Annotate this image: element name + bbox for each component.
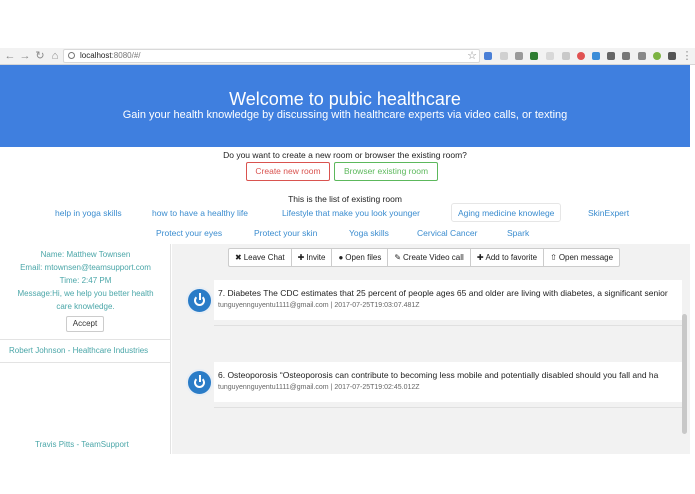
page-title: Welcome to pubic healthcare — [229, 89, 461, 109]
room-list-title: This is the list of existing room — [288, 194, 402, 204]
extension-icon[interactable] — [607, 52, 615, 60]
room-link[interactable]: Lifestyle that make you look younger — [282, 204, 420, 223]
plus-icon: ✚ — [297, 253, 305, 262]
extension-icon[interactable] — [562, 52, 570, 60]
extension-icon[interactable] — [515, 52, 523, 60]
extension-icon[interactable] — [500, 52, 508, 60]
divider — [214, 407, 682, 408]
power-icon-bar — [198, 293, 201, 300]
user-icon: ● — [338, 253, 344, 262]
create-video-call-button[interactable]: ✎ Create Video call — [388, 248, 471, 267]
room-link[interactable]: Protect your eyes — [156, 224, 222, 243]
avatar — [186, 369, 213, 396]
request-message: Message:Hi, we help you better health — [17, 289, 154, 298]
browse-rooms-button[interactable]: Browser existing room — [334, 162, 438, 181]
address-bar[interactable]: localhost:8080/#/ — [63, 49, 480, 63]
message-meta: tunguyennguyentu1111@gmail.com | 2017-07… — [218, 384, 420, 391]
plus-icon: ✚ — [476, 253, 484, 262]
room-link-active[interactable]: Aging medicine knowlege — [451, 203, 562, 222]
room-link[interactable]: Protect your skin — [254, 224, 317, 243]
star-icon[interactable]: ☆ — [466, 49, 478, 63]
reload-icon[interactable]: ↻ — [34, 49, 46, 63]
room-link[interactable]: help in yoga skills — [55, 204, 122, 223]
create-video-call-label: Create Video call — [403, 253, 464, 262]
request-name: Name: Matthew Townsen — [40, 250, 131, 259]
message-meta: tunguyennguyentu1111@gmail.com | 2017-07… — [218, 302, 420, 309]
extension-icon[interactable] — [638, 52, 646, 60]
url-path: :8080/#/ — [111, 51, 141, 60]
extension-icon[interactable] — [592, 52, 600, 60]
leave-chat-button[interactable]: ✖ Leave Chat — [228, 248, 292, 267]
room-link[interactable]: Cervical Cancer — [417, 224, 477, 243]
message-item: 6. Osteoporosis “Osteoporosis can contri… — [172, 362, 682, 440]
open-message-button[interactable]: ⇧ Open message — [544, 248, 621, 267]
translate-extension-icon[interactable] — [484, 52, 492, 60]
divider — [0, 362, 170, 363]
extension-icon[interactable] — [546, 52, 554, 60]
add-to-favorite-label: Add to favorite — [485, 253, 538, 262]
extension-icon[interactable] — [653, 52, 661, 60]
sidebar: Name: Matthew Townsen Email: mtownsen@te… — [0, 244, 171, 454]
create-room-button[interactable]: Create new room — [246, 162, 330, 181]
accept-button[interactable]: Accept — [66, 316, 104, 332]
leave-chat-label: Leave Chat — [243, 253, 285, 262]
close-circle-icon: ✖ — [235, 253, 242, 262]
hero-banner: Welcome to pubic healthcare Gain your he… — [0, 65, 690, 147]
room-link[interactable]: SkinExpert — [588, 204, 629, 223]
page-subtitle: Gain your health knowledge by discussing… — [122, 109, 568, 121]
message-card — [214, 362, 682, 402]
room-link[interactable]: Yoga skills — [349, 224, 389, 243]
upload-icon: ⇧ — [550, 253, 557, 262]
contact-item[interactable]: Travis Pitts - TeamSupport — [35, 440, 129, 449]
extension-icon[interactable] — [622, 52, 630, 60]
open-message-label: Open message — [558, 253, 614, 262]
menu-dots-icon[interactable]: ⋮ — [681, 49, 693, 63]
url-host: localhost — [80, 51, 112, 60]
page-bottom — [0, 454, 695, 494]
extension-icon[interactable] — [577, 52, 585, 60]
message-item: 7. Diabetes The CDC estimates that 25 pe… — [172, 280, 682, 358]
chat-panel: ✖ Leave Chat ✚ Invite ● Open files ✎ Create … — [172, 244, 690, 454]
room-question: Do you want to create a new room or brow… — [223, 150, 467, 160]
request-email: Email: mtownsen@teamsupport.com — [20, 263, 151, 272]
scrollbar[interactable] — [682, 314, 687, 434]
extension-icon[interactable] — [668, 52, 676, 60]
open-files-label: Open files — [345, 253, 382, 262]
vue-extension-icon[interactable] — [530, 52, 538, 60]
chat-toolbar: ✖ Leave Chat ✚ Invite ● Open files ✎ Create … — [228, 248, 621, 267]
room-link[interactable]: Spark — [507, 224, 529, 243]
forward-arrow-icon[interactable]: → — [19, 49, 31, 63]
add-to-favorite-button[interactable]: ✚ Add to favorite — [470, 248, 545, 267]
message-text: 7. Diabetes The CDC estimates that 25 pe… — [218, 288, 668, 298]
back-arrow-icon[interactable]: ← — [4, 49, 16, 63]
message-text: 6. Osteoporosis “Osteoporosis can contri… — [218, 370, 659, 380]
contact-item[interactable]: Robert Johnson - Healthcare Industries — [9, 346, 148, 355]
divider — [214, 325, 682, 326]
power-icon-bar — [198, 375, 201, 382]
open-files-button[interactable]: ● Open files — [332, 248, 389, 267]
room-link[interactable]: how to have a healthy life — [152, 204, 248, 223]
request-time: Time: 2:47 PM — [59, 276, 112, 285]
invite-button[interactable]: ✚ Invite — [291, 248, 333, 267]
pencil-icon: ✎ — [394, 253, 402, 262]
divider — [0, 339, 170, 340]
message-card — [214, 280, 682, 320]
info-icon[interactable] — [68, 52, 75, 59]
invite-label: Invite — [306, 253, 326, 262]
home-icon[interactable]: ⌂ — [49, 49, 61, 63]
browser-toolbar: ← → ↻ ⌂ localhost:8080/#/ ☆ ⋮ — [0, 48, 695, 65]
request-message-cont: care knowledge. — [56, 302, 115, 311]
avatar — [186, 287, 213, 314]
